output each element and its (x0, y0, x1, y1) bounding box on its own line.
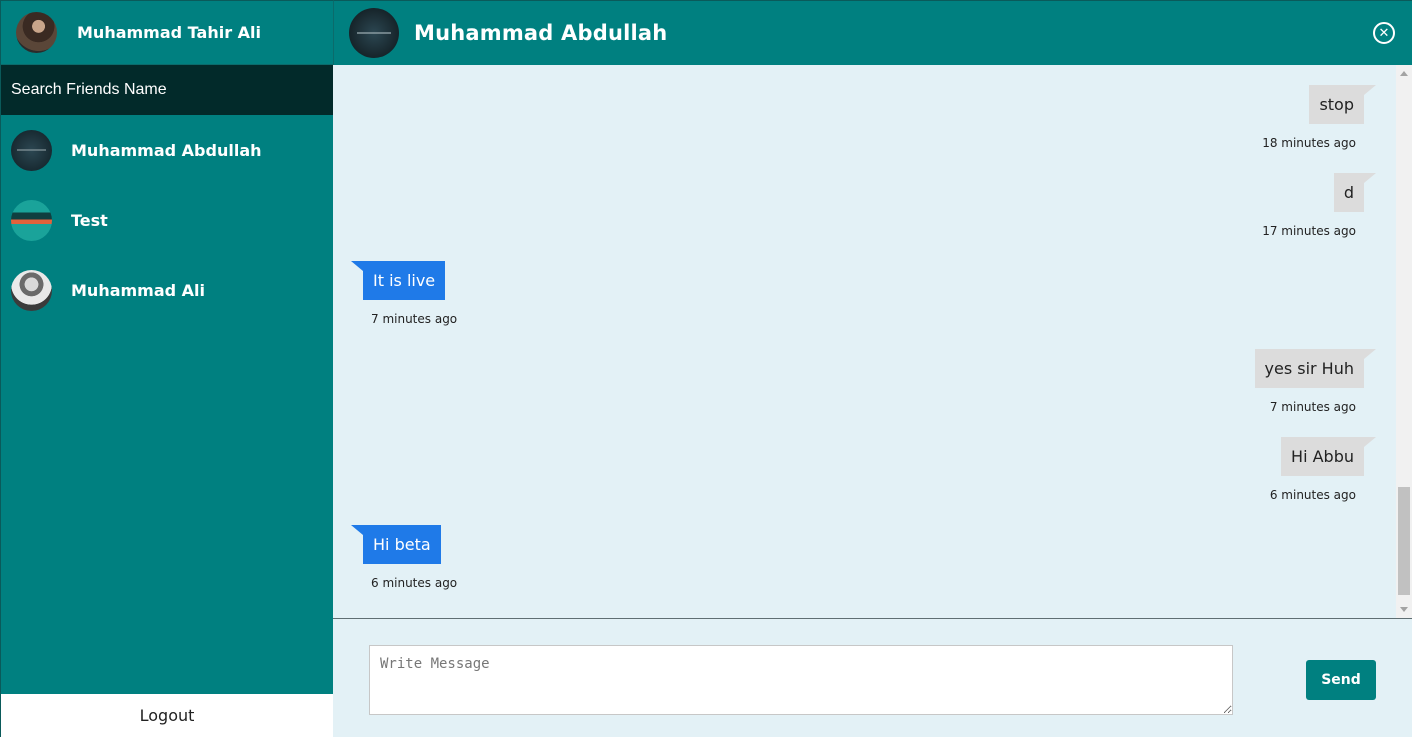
friend-avatar (11, 199, 52, 241)
sidebar: Muhammad Tahir Ali Muhammad Abdullah Tes… (0, 0, 333, 737)
message-outgoing: Hi Abbu 6 minutes ago (1270, 437, 1376, 502)
current-user-header: Muhammad Tahir Ali (1, 1, 333, 65)
message-bubble: yes sir Huh (1254, 349, 1376, 388)
message-bubble: Hi beta (351, 525, 441, 564)
message-composer: Send (333, 618, 1412, 737)
chat-header: Muhammad Abdullah ✕ (333, 0, 1412, 65)
friends-list: Muhammad Abdullah Test Muhammad Ali (1, 115, 333, 325)
search-friends-input[interactable] (11, 81, 321, 99)
close-icon[interactable]: ✕ (1373, 22, 1395, 44)
search-bar (1, 65, 333, 115)
message-scrollbar[interactable] (1396, 65, 1412, 618)
friend-item-muhammad-ali[interactable]: Muhammad Ali (1, 255, 333, 325)
message-bubble: It is live (350, 261, 446, 300)
friend-name: Test (71, 210, 108, 230)
message-timestamp: 6 minutes ago (371, 576, 458, 590)
scroll-up-arrow-icon[interactable] (1400, 71, 1408, 76)
message-list: stop 18 minutes ago d 17 minutes ago It … (333, 65, 1396, 618)
chat-partner-avatar (349, 8, 399, 58)
message-timestamp: 6 minutes ago (1269, 488, 1356, 502)
friend-avatar (11, 269, 52, 311)
friend-name: Muhammad Abdullah (71, 140, 262, 160)
current-user-avatar (16, 12, 57, 53)
send-button[interactable]: Send (1306, 660, 1376, 700)
message-bubble: stop (1309, 85, 1376, 124)
message-outgoing: stop 18 minutes ago (1262, 85, 1376, 150)
scroll-down-arrow-icon[interactable] (1400, 607, 1408, 612)
message-bubble: d (1333, 173, 1377, 212)
logout-button[interactable]: Logout (1, 694, 333, 737)
message-incoming: Hi beta 6 minutes ago (351, 525, 457, 590)
message-bubble: Hi Abbu (1281, 437, 1376, 476)
chat-partner-name: Muhammad Abdullah (414, 21, 668, 45)
message-incoming: It is live 7 minutes ago (350, 261, 457, 326)
message-input[interactable] (369, 645, 1233, 715)
current-user-name: Muhammad Tahir Ali (77, 23, 261, 42)
message-timestamp: 7 minutes ago (371, 312, 458, 326)
message-timestamp: 18 minutes ago (1262, 136, 1356, 150)
message-timestamp: 17 minutes ago (1262, 224, 1356, 238)
friend-avatar (11, 129, 52, 171)
message-timestamp: 7 minutes ago (1269, 400, 1356, 414)
friend-item-muhammad-abdullah[interactable]: Muhammad Abdullah (1, 115, 333, 185)
scroll-thumb[interactable] (1398, 487, 1410, 595)
message-outgoing: d 17 minutes ago (1262, 173, 1377, 238)
message-outgoing: yes sir Huh 7 minutes ago (1254, 349, 1376, 414)
friend-name: Muhammad Ali (71, 280, 206, 300)
friend-item-test[interactable]: Test (1, 185, 333, 255)
